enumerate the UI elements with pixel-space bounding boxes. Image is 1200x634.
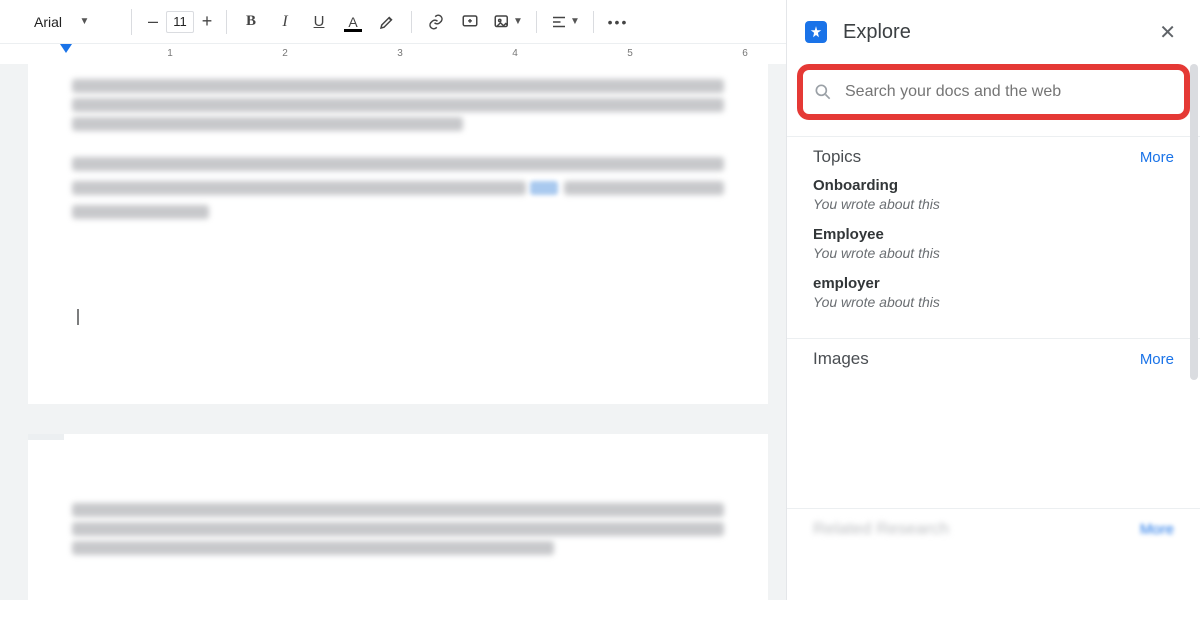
- highlighted-link: [530, 181, 558, 195]
- more-link-blurred: More: [1140, 521, 1174, 538]
- decrease-font-button[interactable]: –: [142, 10, 164, 34]
- font-size-group: – 11 +: [142, 10, 227, 34]
- topics-section: Topics More Onboarding You wrote about t…: [787, 136, 1200, 338]
- text-cursor: [77, 309, 79, 325]
- page-break-mark: [28, 434, 64, 440]
- explore-title: Explore: [843, 21, 1153, 44]
- ruler-number: 1: [167, 48, 173, 59]
- caret-down-icon: ▼: [570, 16, 580, 27]
- blurred-text: [72, 541, 554, 555]
- blurred-text: [564, 181, 724, 195]
- topic-title: Employee: [813, 226, 1174, 243]
- insert-link-button[interactable]: [422, 9, 450, 35]
- blurred-text: [72, 503, 724, 517]
- topic-subtitle: You wrote about this: [813, 196, 1174, 212]
- images-section: Images More: [787, 338, 1200, 508]
- highlight-button[interactable]: [373, 9, 401, 35]
- topic-subtitle: You wrote about this: [813, 294, 1174, 310]
- ruler-number: 2: [282, 48, 288, 59]
- explore-header: Explore ✕: [787, 0, 1200, 64]
- italic-button[interactable]: I: [271, 9, 299, 35]
- next-section: Related Research More: [787, 508, 1200, 563]
- more-format-button[interactable]: •••: [604, 9, 632, 35]
- ruler-number: 3: [397, 48, 403, 59]
- explore-panel: Explore ✕ Topics More Onboarding You wro…: [786, 0, 1200, 600]
- insert-image-button[interactable]: ▼: [490, 9, 526, 35]
- ruler-number: 4: [512, 48, 518, 59]
- ruler-number: 6: [742, 48, 748, 59]
- separator: [536, 11, 537, 33]
- topic-title: employer: [813, 275, 1174, 292]
- underline-button[interactable]: U: [305, 9, 333, 35]
- blurred-text: [72, 157, 724, 171]
- caret-down-icon: ▼: [513, 16, 523, 27]
- separator: [593, 11, 594, 33]
- separator: [411, 11, 412, 33]
- document-page[interactable]: [28, 434, 768, 634]
- topic-item[interactable]: Employee You wrote about this: [813, 226, 1174, 261]
- topics-heading: Topics: [813, 147, 1140, 167]
- topic-item[interactable]: employer You wrote about this: [813, 275, 1174, 310]
- blurred-text: [72, 205, 209, 219]
- caret-down-icon: ▼: [80, 16, 124, 27]
- font-size-value[interactable]: 11: [166, 11, 194, 33]
- topic-title: Onboarding: [813, 177, 1174, 194]
- align-button[interactable]: ▼: [547, 9, 583, 35]
- blurred-text: [72, 98, 724, 112]
- topic-subtitle: You wrote about this: [813, 245, 1174, 261]
- section-heading-blurred: Related Research: [813, 519, 1140, 539]
- search-icon: [813, 82, 833, 102]
- increase-font-button[interactable]: +: [196, 10, 218, 34]
- ruler-number: 5: [627, 48, 633, 59]
- bold-button[interactable]: B: [237, 9, 265, 35]
- explore-search-highlighted[interactable]: [797, 64, 1190, 120]
- images-more-link[interactable]: More: [1140, 351, 1174, 368]
- close-panel-button[interactable]: ✕: [1153, 14, 1182, 51]
- topics-more-link[interactable]: More: [1140, 149, 1174, 166]
- text-color-button[interactable]: A: [339, 9, 367, 35]
- blurred-text: [72, 522, 724, 536]
- add-comment-button[interactable]: [456, 9, 484, 35]
- explore-icon: [805, 21, 827, 43]
- panel-scrollbar[interactable]: [1190, 64, 1198, 380]
- blurred-text: [72, 79, 724, 93]
- images-heading: Images: [813, 349, 1140, 369]
- document-page[interactable]: [28, 64, 768, 404]
- font-family-select[interactable]: Arial ▼: [34, 9, 132, 35]
- blurred-text: [72, 117, 463, 131]
- blurred-text: [72, 181, 526, 195]
- explore-search-input[interactable]: [845, 83, 1174, 101]
- topic-item[interactable]: Onboarding You wrote about this: [813, 177, 1174, 212]
- font-family-label: Arial: [34, 14, 78, 30]
